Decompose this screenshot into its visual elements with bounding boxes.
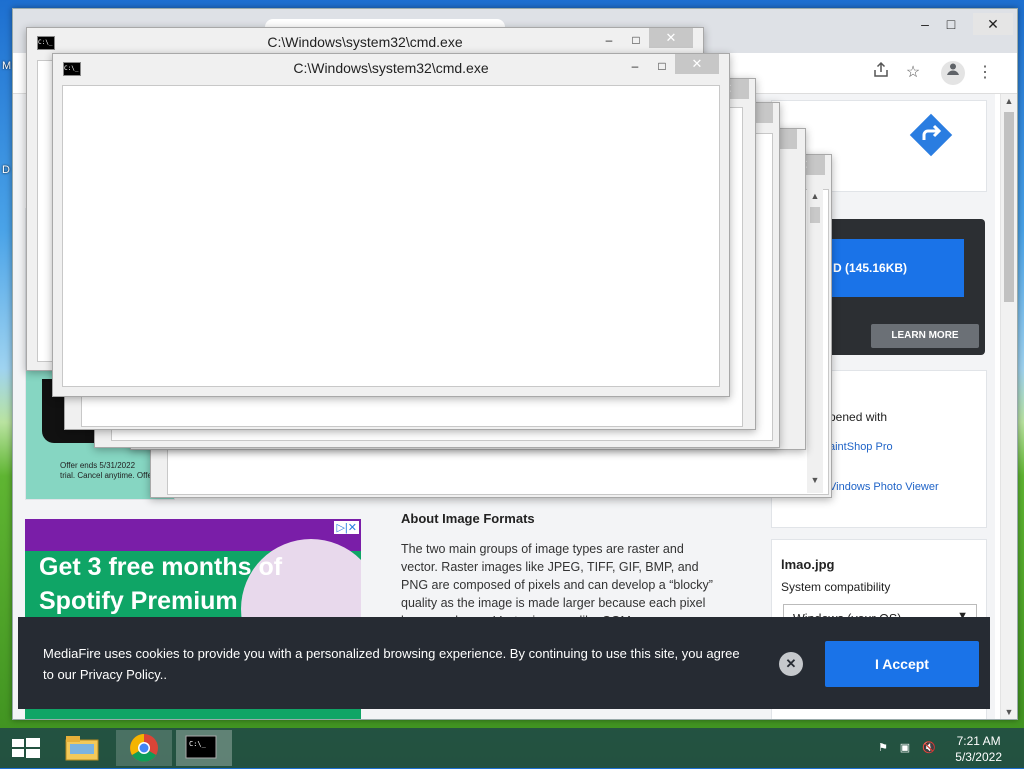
cmd-minimize-button[interactable]: – [597, 30, 621, 50]
cmd-close-button[interactable]: ✕ [675, 54, 719, 74]
file-name: lmao.jpg [781, 557, 835, 572]
chrome-icon[interactable] [116, 730, 172, 766]
cmd-close-button[interactable]: ✕ [649, 28, 693, 48]
network-icon[interactable]: ▣ [898, 741, 912, 755]
cmd-maximize-button[interactable]: □ [650, 56, 674, 76]
file-explorer-icon[interactable] [56, 730, 112, 766]
browser-maximize-button[interactable]: □ [931, 13, 971, 35]
scroll-up-icon[interactable]: ▲ [1001, 96, 1017, 106]
scroll-down-icon[interactable]: ▼ [1001, 707, 1017, 717]
desktop-icon-label: D [2, 164, 10, 176]
cmd-icon[interactable]: C:\_ [176, 730, 232, 766]
cmd-minimize-button[interactable]: – [623, 56, 647, 76]
ad-offer-text: trial. Cancel anytime. Offer a [60, 471, 162, 480]
about-heading: About Image Formats [401, 511, 535, 526]
download-button[interactable]: D (145.16KB) [821, 239, 964, 297]
accept-cookies-button[interactable]: I Accept [825, 641, 979, 687]
clock-date: 5/3/2022 [955, 750, 1002, 764]
clock[interactable]: 7:21 AM 5/3/2022 [955, 733, 1002, 765]
app-link[interactable]: Vindows Photo Viewer [829, 481, 939, 493]
scroll-thumb[interactable] [1004, 112, 1014, 302]
system-compat-label: System compatibility [781, 580, 891, 594]
scroll-up-icon[interactable]: ▲ [807, 191, 823, 201]
cookie-close-button[interactable]: ✕ [779, 652, 803, 676]
profile-icon[interactable] [941, 61, 965, 85]
page-scrollbar[interactable]: ▲ ▼ [1000, 94, 1017, 719]
opened-with-label: pened with [829, 410, 888, 424]
share-icon[interactable] [869, 61, 893, 85]
desktop-icon-label: M [2, 60, 12, 72]
learn-more-button[interactable]: LEARN MORE [871, 324, 979, 348]
cmd-console[interactable] [62, 85, 720, 387]
scroll-thumb[interactable] [810, 207, 820, 223]
cmd-window-active[interactable]: C:\_ C:\Windows\system32\cmd.exe – □ ✕ [52, 53, 730, 397]
kebab-menu-icon[interactable]: ⋮ [973, 61, 997, 85]
directions-share-icon[interactable] [908, 112, 954, 158]
adchoices-icon[interactable]: ▷|✕ [334, 521, 359, 534]
download-button-label: D (145.16KB) [833, 261, 908, 275]
clock-time: 7:21 AM [956, 734, 1001, 748]
start-button[interactable] [0, 730, 56, 766]
ad-offer-text: Offer ends 5/31/2022 [60, 461, 136, 470]
cmd-maximize-button[interactable]: □ [624, 30, 648, 50]
taskbar: C:\_ ⚑ ▣ 🔇 7:21 AM 5/3/2022 [0, 728, 1024, 768]
flag-icon[interactable]: ⚑ [876, 741, 890, 755]
app-link[interactable]: aintShop Pro [829, 441, 893, 453]
svg-text:C:\_: C:\_ [189, 740, 207, 748]
star-icon[interactable]: ☆ [901, 61, 925, 85]
browser-close-button[interactable]: ✕ [973, 13, 1013, 35]
scroll-down-icon[interactable]: ▼ [807, 475, 823, 485]
ad-headline: Spotify Premium [39, 587, 238, 615]
cmd-scrollbar[interactable]: ▲ ▼ [807, 189, 823, 493]
cookie-banner: MediaFire uses cookies to provide you wi… [18, 617, 990, 709]
ad-headline: Get 3 free months of [39, 553, 283, 581]
cookie-message: MediaFire uses cookies to provide you wi… [43, 646, 740, 682]
cmd-titlebar[interactable]: C:\_ C:\Windows\system32\cmd.exe – □ ✕ [53, 54, 729, 82]
cmd-titlebar[interactable]: C:\_ C:\Windows\system32\cmd.exe – □ ✕ [27, 28, 703, 56]
volume-muted-icon[interactable]: 🔇 [922, 741, 936, 755]
